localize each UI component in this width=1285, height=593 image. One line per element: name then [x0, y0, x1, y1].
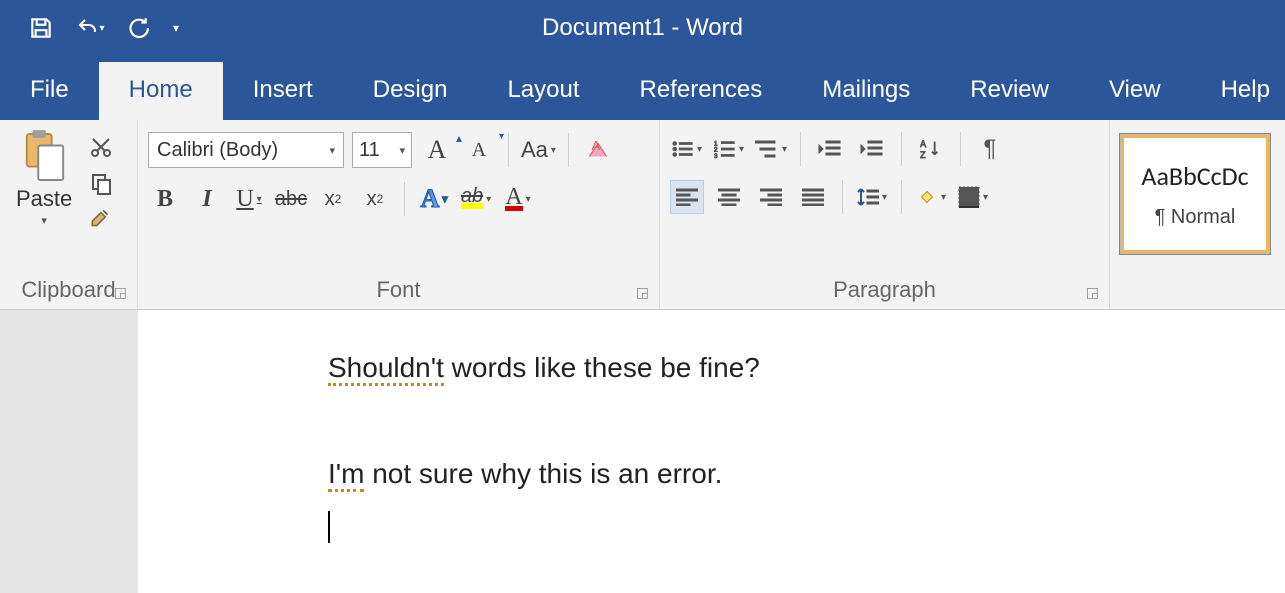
- align-center-button[interactable]: [712, 180, 746, 214]
- shading-button[interactable]: [914, 180, 948, 214]
- font-color-button[interactable]: A: [501, 182, 535, 216]
- tab-view[interactable]: View: [1079, 62, 1191, 120]
- tab-references[interactable]: References: [610, 62, 793, 120]
- superscript-button[interactable]: x2: [358, 182, 392, 216]
- paste-label: Paste: [16, 186, 72, 212]
- group-clipboard-label: Clipboard ◲: [10, 271, 127, 307]
- undo-dropdown-icon[interactable]: ▾: [99, 23, 104, 34]
- grow-font-button[interactable]: A: [420, 133, 454, 167]
- paragraph-launcher-icon[interactable]: ◲: [1086, 284, 1099, 301]
- style-name-label: ¶ Normal: [1155, 206, 1236, 229]
- format-painter-button[interactable]: [86, 204, 116, 234]
- group-clipboard: Paste ▾ Clipboard ◲: [0, 120, 138, 309]
- paste-button[interactable]: Paste ▾: [10, 126, 78, 227]
- copy-button[interactable]: [86, 168, 116, 198]
- svg-text:Z: Z: [920, 150, 926, 160]
- separator: [568, 133, 569, 167]
- multilevel-list-button[interactable]: [754, 132, 788, 166]
- separator: [800, 132, 801, 166]
- numbering-button[interactable]: 123: [712, 132, 746, 166]
- redo-button[interactable]: [116, 8, 158, 48]
- font-launcher-icon[interactable]: ◲: [636, 284, 649, 301]
- paragraph-1[interactable]: Shouldn't words like these be fine?: [328, 350, 1285, 386]
- highlight-button[interactable]: ab: [459, 182, 493, 216]
- change-case-button[interactable]: Aa: [521, 133, 556, 167]
- quick-access-toolbar: ▾ ▾: [0, 8, 188, 48]
- tab-design[interactable]: Design: [343, 62, 478, 120]
- grammar-flag[interactable]: Shouldn't: [328, 352, 444, 386]
- save-button[interactable]: [20, 8, 62, 48]
- group-paragraph: 123 AZ ¶: [660, 120, 1110, 309]
- tab-file[interactable]: File: [0, 62, 99, 120]
- subscript-button[interactable]: x2: [316, 182, 350, 216]
- tab-insert[interactable]: Insert: [223, 62, 343, 120]
- grammar-flag[interactable]: I'm: [328, 458, 364, 492]
- tab-review[interactable]: Review: [940, 62, 1079, 120]
- cut-button[interactable]: [86, 132, 116, 162]
- tab-home[interactable]: Home: [99, 62, 223, 120]
- shrink-font-button[interactable]: A: [462, 133, 496, 167]
- align-left-button[interactable]: [670, 180, 704, 214]
- strikethrough-button[interactable]: abc: [274, 182, 308, 216]
- group-paragraph-label: Paragraph ◲: [670, 271, 1099, 307]
- text-caret: [328, 511, 330, 543]
- undo-button[interactable]: ▾: [68, 8, 110, 48]
- separator: [960, 132, 961, 166]
- workspace: Shouldn't words like these be fine? I'm …: [0, 310, 1285, 593]
- justify-button[interactable]: [796, 180, 830, 214]
- document-page[interactable]: Shouldn't words like these be fine? I'm …: [138, 310, 1285, 593]
- show-paragraph-marks-button[interactable]: ¶: [973, 132, 1007, 166]
- tab-layout[interactable]: Layout: [477, 62, 609, 120]
- align-right-button[interactable]: [754, 180, 788, 214]
- font-size-select[interactable]: 11▾: [352, 132, 412, 168]
- group-font-label: Font ◲: [148, 271, 649, 307]
- clear-formatting-button[interactable]: A: [581, 133, 615, 167]
- tab-mailings[interactable]: Mailings: [792, 62, 940, 120]
- separator: [404, 182, 405, 216]
- style-sample-text: AaBbCcDc: [1141, 160, 1248, 192]
- title-bar: ▾ ▾ Document1 - Word: [0, 0, 1285, 56]
- text-effects-button[interactable]: A: [417, 182, 451, 216]
- sort-button[interactable]: AZ: [914, 132, 948, 166]
- line-spacing-button[interactable]: [855, 180, 889, 214]
- increase-indent-button[interactable]: [855, 132, 889, 166]
- bullets-button[interactable]: [670, 132, 704, 166]
- window-title: Document1 - Word: [0, 14, 1285, 42]
- clipboard-launcher-icon[interactable]: ◲: [114, 284, 127, 301]
- svg-text:A: A: [920, 139, 927, 149]
- group-font: Calibri (Body)▾ 11▾ A A Aa A B I U abc: [138, 120, 660, 309]
- paragraph-2[interactable]: I'm not sure why this is an error.: [328, 456, 1285, 492]
- decrease-indent-button[interactable]: [813, 132, 847, 166]
- group-styles-label: [1120, 271, 1270, 307]
- separator: [842, 180, 843, 214]
- qat-customize-button[interactable]: ▾: [164, 8, 188, 48]
- ribbon-tabs: File Home Insert Design Layout Reference…: [0, 56, 1285, 120]
- ribbon: Paste ▾ Clipboard ◲: [0, 120, 1285, 310]
- group-styles: AaBbCcDc ¶ Normal: [1110, 120, 1270, 309]
- borders-button[interactable]: [956, 180, 990, 214]
- svg-text:3: 3: [714, 153, 718, 159]
- svg-text:A: A: [591, 138, 600, 153]
- bold-button[interactable]: B: [148, 182, 182, 216]
- font-name-select[interactable]: Calibri (Body)▾: [148, 132, 344, 168]
- underline-button[interactable]: U: [232, 182, 266, 216]
- separator: [508, 133, 509, 167]
- separator: [901, 132, 902, 166]
- style-normal[interactable]: AaBbCcDc ¶ Normal: [1120, 134, 1270, 254]
- separator: [901, 180, 902, 214]
- italic-button[interactable]: I: [190, 182, 224, 216]
- left-gutter: [0, 310, 138, 593]
- tab-help[interactable]: Help: [1191, 62, 1285, 120]
